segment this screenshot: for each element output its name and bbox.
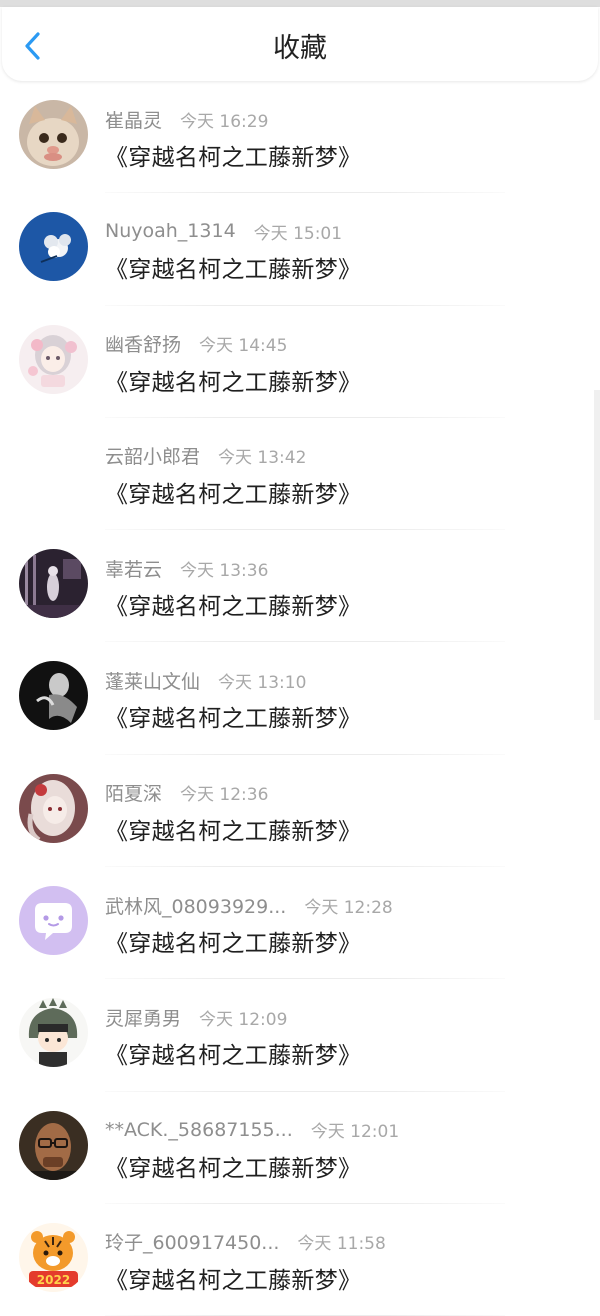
timestamp: 今天 15:01 <box>253 223 343 244</box>
user-name[interactable]: 武林风_08093929... <box>105 892 286 919</box>
timestamp: 今天 16:29 <box>180 111 269 132</box>
book-title[interactable]: 《穿越名柯之工藤新梦》 <box>105 699 361 733</box>
anime-girl-avatar-icon <box>19 324 88 394</box>
user-name[interactable]: 陌夏深 <box>105 779 162 806</box>
favorites-list: 崔晶灵 今天 16:29 《穿越名柯之工藤新梦》 Nuyoah_1314 今天 … <box>0 81 600 1316</box>
scrollbar[interactable] <box>594 390 600 720</box>
bw-person-avatar-icon <box>19 661 88 731</box>
user-name[interactable]: 玲子_600917450... <box>105 1228 279 1255</box>
avatar[interactable] <box>19 437 88 506</box>
book-title[interactable]: 《穿越名柯之工藤新梦》 <box>105 1261 361 1295</box>
avatar[interactable] <box>19 998 88 1068</box>
list-item[interactable]: 蓬莱山文仙 今天 13:10 《穿越名柯之工藤新梦》 <box>0 642 600 755</box>
list-item[interactable]: 武林风_08093929... 今天 12:28 《穿越名柯之工藤新梦》 <box>0 867 600 980</box>
list-item[interactable]: Nuyoah_1314 今天 15:01 《穿越名柯之工藤新梦》 <box>0 193 600 306</box>
book-title[interactable]: 《穿越名柯之工藤新梦》 <box>105 1149 361 1183</box>
timestamp: 今天 13:42 <box>218 448 307 469</box>
timestamp: 今天 14:45 <box>199 336 288 357</box>
anime-red-avatar-icon <box>19 773 88 843</box>
avatar[interactable] <box>19 1110 88 1180</box>
timestamp: 今天 12:36 <box>180 785 269 806</box>
avatar[interactable] <box>19 661 88 731</box>
book-title[interactable]: 《穿越名柯之工藤新梦》 <box>105 587 361 621</box>
book-title[interactable]: 《穿越名柯之工藤新梦》 <box>105 250 361 284</box>
book-title[interactable]: 《穿越名柯之工藤新梦》 <box>105 924 361 958</box>
avatar[interactable] <box>19 324 88 394</box>
user-name[interactable]: Nuyoah_1314 <box>105 220 236 242</box>
book-title[interactable]: 《穿越名柯之工藤新梦》 <box>105 475 361 509</box>
book-title[interactable]: 《穿越名柯之工藤新梦》 <box>105 138 361 172</box>
avatar[interactable] <box>19 212 88 282</box>
user-name[interactable]: 云韶小郎君 <box>105 442 200 469</box>
list-item[interactable]: 崔晶灵 今天 16:29 《穿越名柯之工藤新梦》 <box>0 81 600 194</box>
list-item[interactable]: 2022 玲子_600917450... 今天 11:58 《穿越名柯之工藤新梦… <box>0 1204 600 1316</box>
timestamp: 今天 11:58 <box>297 1234 386 1255</box>
timestamp: 今天 13:10 <box>218 672 307 693</box>
timestamp: 今天 12:09 <box>199 1009 288 1030</box>
book-title[interactable]: 《穿越名柯之工藤新梦》 <box>105 812 361 846</box>
timestamp: 今天 12:01 <box>310 1122 400 1143</box>
list-item[interactable]: **ACK._58687155... 今天 12:01 《穿越名柯之工藤新梦》 <box>0 1092 600 1204</box>
list-item[interactable]: 灵犀勇男 今天 12:09 《穿越名柯之工藤新梦》 <box>0 979 600 1092</box>
user-name[interactable]: 崔晶灵 <box>105 106 162 133</box>
book-title[interactable]: 《穿越名柯之工藤新梦》 <box>105 1036 361 1070</box>
tiger-avatar-icon: 2022 <box>19 1222 88 1292</box>
flower-avatar-icon <box>19 212 88 282</box>
status-strip <box>0 0 600 7</box>
user-name[interactable]: 灵犀勇男 <box>105 1004 181 1031</box>
user-name[interactable]: 蓬莱山文仙 <box>105 667 200 694</box>
list-item[interactable]: 辜若云 今天 13:36 《穿越名柯之工藤新梦》 <box>0 530 600 643</box>
cat-avatar-icon <box>19 100 88 169</box>
timestamp: 今天 12:28 <box>304 897 393 918</box>
dino-girl-avatar-icon <box>19 998 88 1068</box>
dark-room-avatar-icon <box>19 549 88 619</box>
avatar[interactable] <box>19 773 88 843</box>
chat-bubble-avatar-icon <box>19 886 88 956</box>
user-name[interactable]: **ACK._58687155... <box>105 1119 293 1141</box>
avatar[interactable] <box>19 886 88 956</box>
list-item[interactable]: 陌夏深 今天 12:36 《穿越名柯之工藤新梦》 <box>0 755 600 868</box>
page-title: 收藏 <box>273 33 327 64</box>
timestamp: 今天 13:36 <box>180 560 269 581</box>
man-glasses-avatar-icon <box>19 1110 88 1180</box>
avatar[interactable] <box>19 549 88 619</box>
header-bar: 收藏 <box>2 7 598 81</box>
user-name[interactable]: 幽香舒扬 <box>105 330 181 357</box>
list-item[interactable]: 幽香舒扬 今天 14:45 《穿越名柯之工藤新梦》 <box>0 306 600 418</box>
avatar[interactable] <box>19 100 88 169</box>
user-name[interactable]: 辜若云 <box>105 555 162 582</box>
avatar[interactable]: 2022 <box>19 1222 88 1292</box>
list-item[interactable]: 云韶小郎君 今天 13:42 《穿越名柯之工藤新梦》 <box>0 418 600 531</box>
book-title[interactable]: 《穿越名柯之工藤新梦》 <box>105 363 361 397</box>
